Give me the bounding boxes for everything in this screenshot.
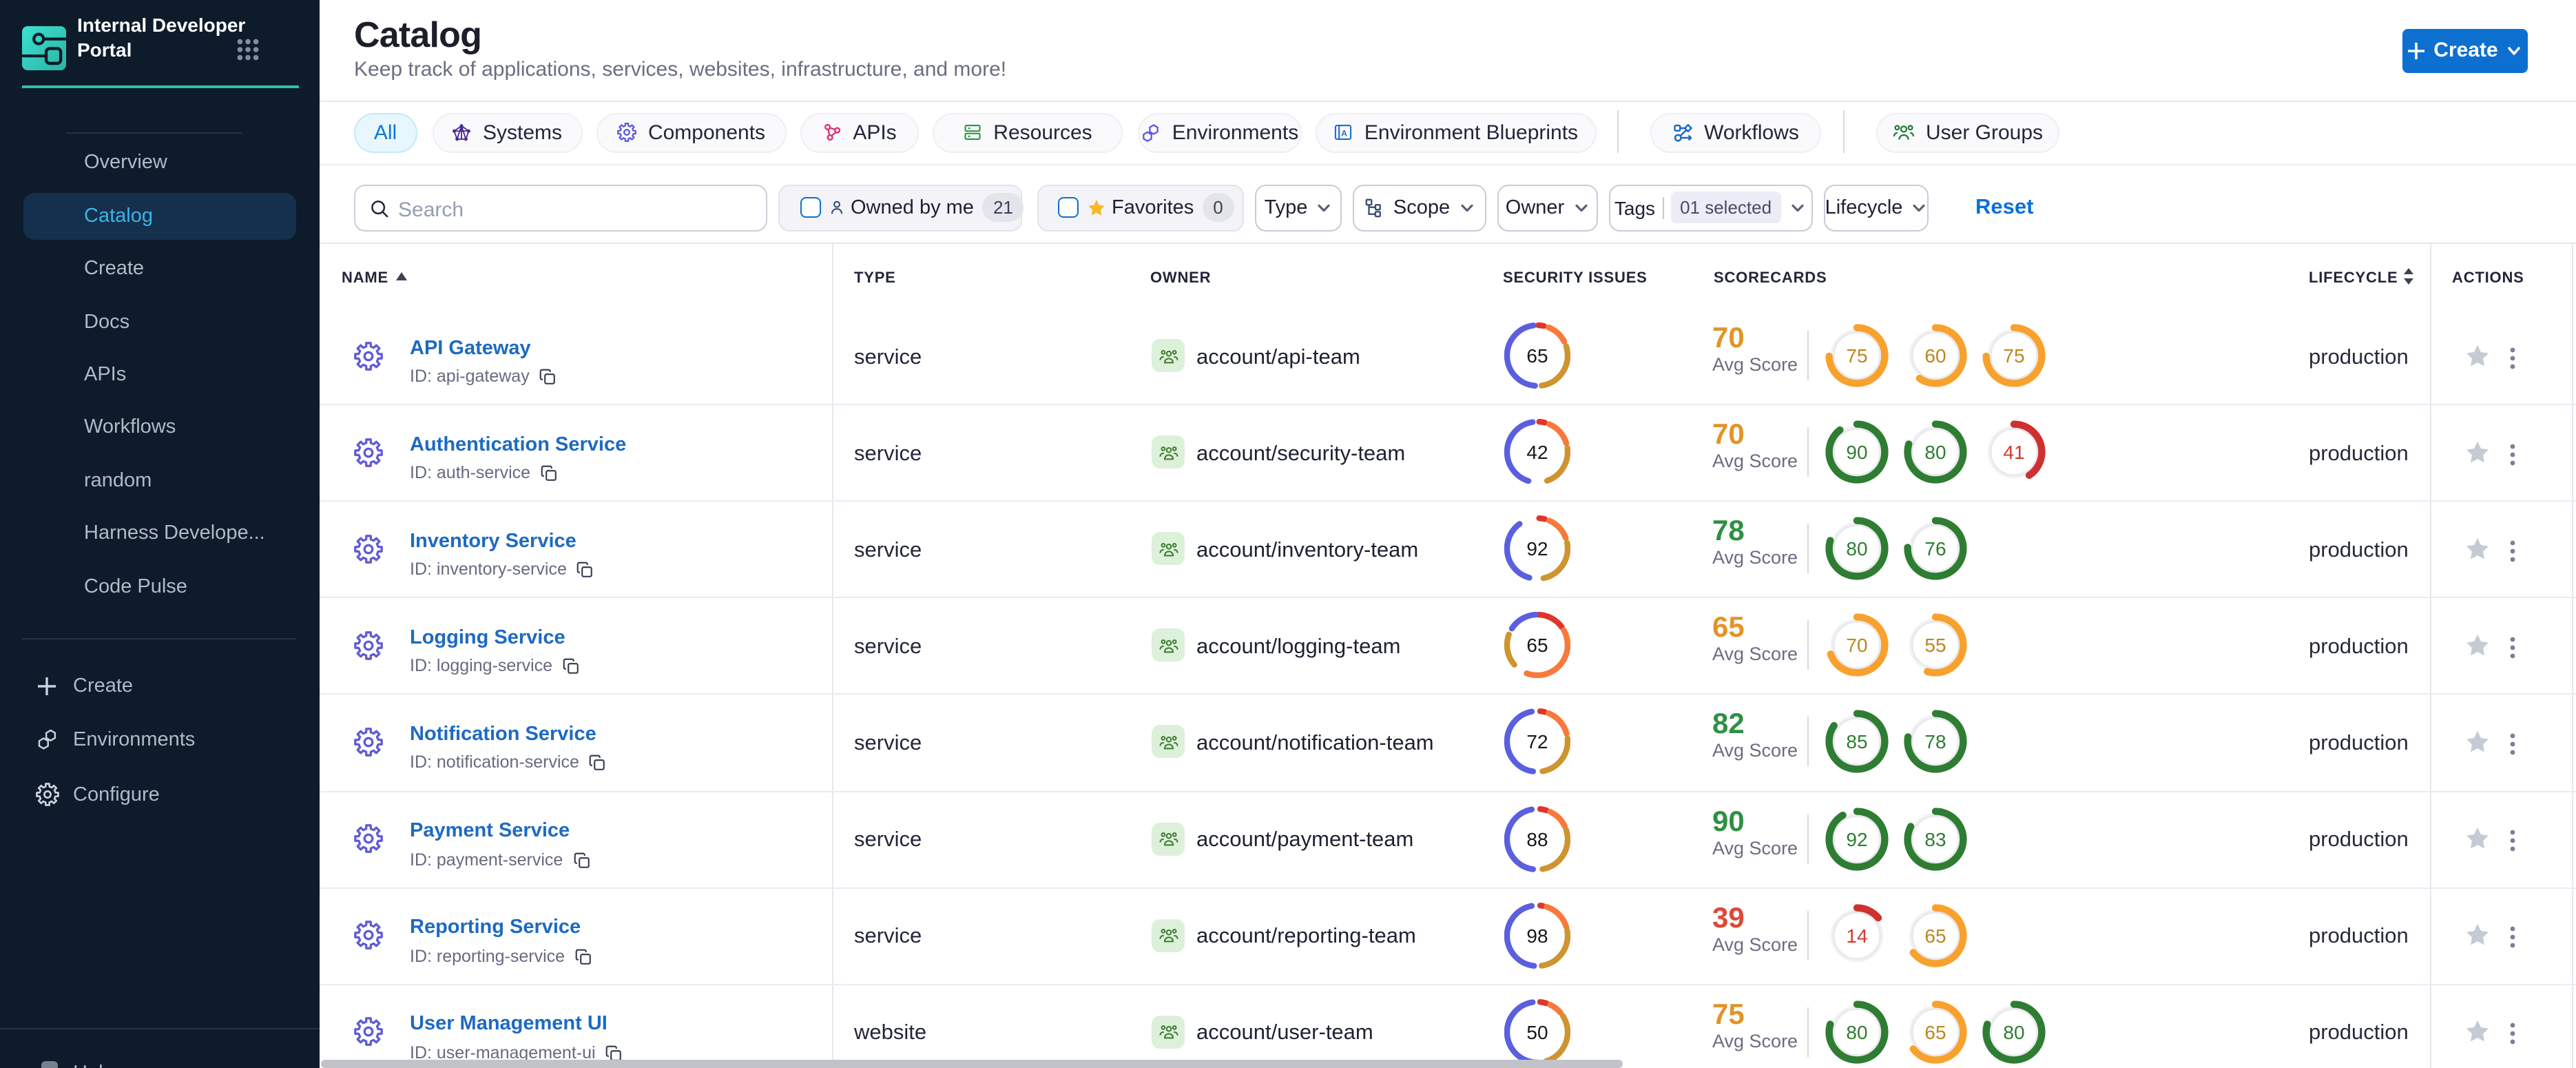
svg-text:A: A <box>1342 128 1348 138</box>
